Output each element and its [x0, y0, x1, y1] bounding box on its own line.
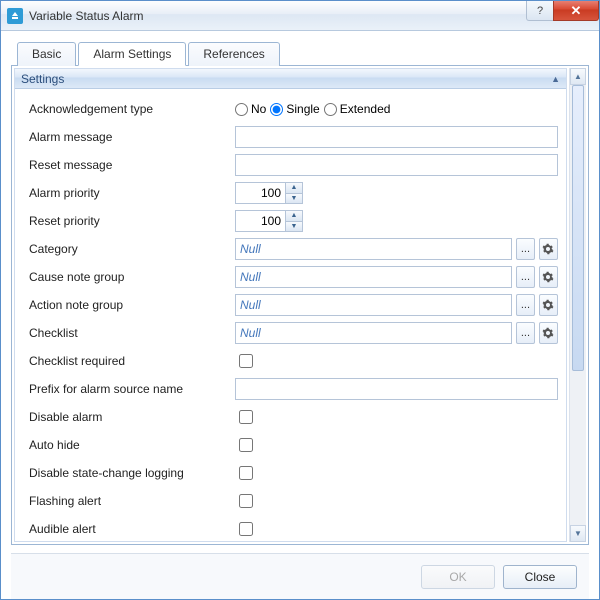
- radio-ack-extended[interactable]: Extended: [324, 102, 391, 116]
- input-action-note[interactable]: [235, 294, 512, 316]
- vertical-scrollbar[interactable]: ▲ ▼: [569, 68, 586, 542]
- input-alarm-message[interactable]: [235, 126, 558, 148]
- row-ack-type: Acknowledgement type No Single Extended: [29, 95, 558, 123]
- settings-section-header[interactable]: Settings ▲: [15, 69, 566, 89]
- label-reset-message: Reset message: [29, 156, 229, 174]
- row-checklist-required: Checklist required: [29, 347, 558, 375]
- gear-icon[interactable]: [539, 294, 558, 316]
- tab-references[interactable]: References: [188, 42, 279, 66]
- input-reset-message[interactable]: [235, 154, 558, 176]
- row-prefix: Prefix for alarm source name: [29, 375, 558, 403]
- spinner-alarm-priority: ▲ ▼: [235, 182, 307, 204]
- row-cause-note: Cause note group ...: [29, 263, 558, 291]
- label-prefix: Prefix for alarm source name: [29, 380, 229, 398]
- dialog-footer: OK Close: [11, 553, 589, 599]
- label-disable-logging: Disable state-change logging: [29, 464, 229, 482]
- checkbox-flashing[interactable]: [239, 494, 253, 508]
- tab-basic[interactable]: Basic: [17, 42, 76, 66]
- scroll-up-icon[interactable]: ▲: [570, 68, 586, 85]
- checkbox-checklist-required[interactable]: [239, 354, 253, 368]
- ack-type-radio-group: No Single Extended: [235, 102, 558, 116]
- radio-ack-single[interactable]: Single: [270, 102, 319, 116]
- input-category[interactable]: [235, 238, 512, 260]
- checkbox-audible[interactable]: [239, 522, 253, 536]
- row-disable-logging: Disable state-change logging: [29, 459, 558, 487]
- row-audible: Audible alert: [29, 515, 558, 541]
- tab-bar: Basic Alarm Settings References: [11, 41, 589, 65]
- row-category: Category ...: [29, 235, 558, 263]
- checkbox-disable-logging[interactable]: [239, 466, 253, 480]
- browse-button[interactable]: ...: [516, 238, 535, 260]
- row-checklist: Checklist ...: [29, 319, 558, 347]
- client-area: Basic Alarm Settings References Settings…: [1, 31, 599, 599]
- row-auto-hide: Auto hide: [29, 431, 558, 459]
- browse-button[interactable]: ...: [516, 294, 535, 316]
- label-category: Category: [29, 240, 229, 258]
- input-reset-priority[interactable]: [235, 210, 285, 232]
- spinner-reset-priority: ▲ ▼: [235, 210, 307, 232]
- window-controls: ? ✕: [526, 1, 599, 21]
- row-flashing: Flashing alert: [29, 487, 558, 515]
- input-prefix[interactable]: [235, 378, 558, 400]
- window-title: Variable Status Alarm: [29, 9, 144, 23]
- gear-icon[interactable]: [539, 238, 558, 260]
- help-button[interactable]: ?: [526, 1, 554, 21]
- label-alarm-priority: Alarm priority: [29, 184, 229, 202]
- row-action-note: Action note group ...: [29, 291, 558, 319]
- panel-inner: Settings ▲ Acknowledgement type No Singl…: [14, 68, 567, 542]
- tab-panel: Settings ▲ Acknowledgement type No Singl…: [11, 65, 589, 545]
- scroll-thumb[interactable]: [572, 85, 584, 371]
- label-alarm-message: Alarm message: [29, 128, 229, 146]
- tab-alarm-settings[interactable]: Alarm Settings: [78, 42, 186, 66]
- browse-button[interactable]: ...: [516, 322, 535, 344]
- label-auto-hide: Auto hide: [29, 436, 229, 454]
- settings-section-title: Settings: [21, 72, 64, 86]
- spinner-down-icon[interactable]: ▼: [286, 222, 302, 232]
- dialog-window: Variable Status Alarm ? ✕ Basic Alarm Se…: [0, 0, 600, 600]
- gear-icon[interactable]: [539, 322, 558, 344]
- spinner-down-icon[interactable]: ▼: [286, 194, 302, 204]
- label-flashing: Flashing alert: [29, 492, 229, 510]
- browse-button[interactable]: ...: [516, 266, 535, 288]
- scroll-track[interactable]: [570, 85, 586, 525]
- row-alarm-message: Alarm message: [29, 123, 558, 151]
- input-cause-note[interactable]: [235, 266, 512, 288]
- close-button[interactable]: Close: [503, 565, 577, 589]
- radio-ack-no[interactable]: No: [235, 102, 266, 116]
- scroll-down-icon[interactable]: ▼: [570, 525, 586, 542]
- settings-form: Acknowledgement type No Single Extended …: [15, 89, 566, 541]
- checkbox-auto-hide[interactable]: [239, 438, 253, 452]
- ok-button[interactable]: OK: [421, 565, 495, 589]
- titlebar: Variable Status Alarm ? ✕: [1, 1, 599, 31]
- close-window-button[interactable]: ✕: [553, 1, 599, 21]
- label-checklist: Checklist: [29, 324, 229, 342]
- label-reset-priority: Reset priority: [29, 212, 229, 230]
- label-cause-note: Cause note group: [29, 268, 229, 286]
- label-audible: Audible alert: [29, 520, 229, 538]
- row-reset-message: Reset message: [29, 151, 558, 179]
- row-alarm-priority: Alarm priority ▲ ▼: [29, 179, 558, 207]
- input-checklist[interactable]: [235, 322, 512, 344]
- collapse-icon: ▲: [551, 74, 560, 84]
- label-checklist-required: Checklist required: [29, 352, 229, 370]
- app-icon: [7, 8, 23, 24]
- label-action-note: Action note group: [29, 296, 229, 314]
- label-ack-type: Acknowledgement type: [29, 100, 229, 118]
- checkbox-disable-alarm[interactable]: [239, 410, 253, 424]
- row-reset-priority: Reset priority ▲ ▼: [29, 207, 558, 235]
- row-disable-alarm: Disable alarm: [29, 403, 558, 431]
- spinner-up-icon[interactable]: ▲: [286, 211, 302, 222]
- spinner-up-icon[interactable]: ▲: [286, 183, 302, 194]
- gear-icon[interactable]: [539, 266, 558, 288]
- input-alarm-priority[interactable]: [235, 182, 285, 204]
- label-disable-alarm: Disable alarm: [29, 408, 229, 426]
